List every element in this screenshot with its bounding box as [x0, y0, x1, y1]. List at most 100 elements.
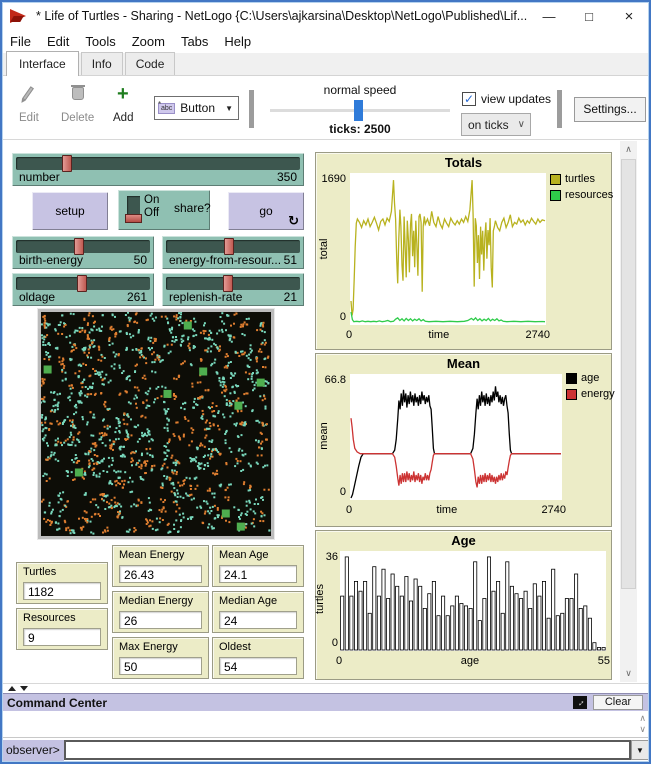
output-scroll-up-icon[interactable]: ∧: [639, 713, 646, 724]
slider-energy-from-resource-track[interactable]: [166, 240, 300, 253]
plot-mean-canvas: [350, 374, 562, 500]
share-switch-label: share?: [174, 201, 211, 215]
splitter-down-icon[interactable]: [20, 686, 28, 691]
window-title: * Life of Turtles - Sharing - NetLogo {C…: [36, 9, 527, 23]
plot-totals-title: Totals: [316, 155, 611, 170]
slider-birth-energy-track[interactable]: [16, 240, 150, 253]
interface-toolbar: Edit Delete + Add abc Button ▼ normal sp…: [2, 76, 649, 140]
world-view[interactable]: [38, 309, 274, 539]
command-history-dropdown[interactable]: ▼: [631, 740, 649, 760]
monitor-resources-label: Resources: [23, 612, 76, 624]
slider-energy-from-resource[interactable]: energy-from-resour... 51: [162, 236, 304, 269]
share-switch-slot[interactable]: [127, 196, 140, 222]
title-bar[interactable]: * Life of Turtles - Sharing - NetLogo {C…: [2, 2, 649, 30]
plot-totals-ymin: 0: [318, 311, 346, 323]
slider-replenish-rate-track[interactable]: [166, 277, 300, 290]
monitor-turtles: Turtles 1182: [16, 562, 108, 604]
monitor-mean-energy: Mean Energy 26.43: [112, 545, 209, 587]
tab-info[interactable]: Info: [81, 52, 123, 75]
plot-mean-xmax: 2740: [542, 504, 566, 516]
menu-bar: File Edit Tools Zoom Tabs Help: [2, 30, 649, 53]
monitor-median-age-value: 24: [219, 611, 297, 629]
monitor-mean-age-label: Mean Age: [219, 549, 269, 561]
monitor-mean-age: Mean Age 24.1: [212, 545, 304, 587]
switch-on-label: On: [144, 194, 159, 206]
scrollbar-thumb[interactable]: [621, 159, 636, 589]
speed-slider-thumb[interactable]: [354, 100, 363, 121]
output-scroll-down-icon[interactable]: ∨: [639, 724, 646, 735]
share-switch-knob[interactable]: [125, 214, 142, 223]
command-center-splitter[interactable]: [2, 683, 649, 693]
menu-edit[interactable]: Edit: [39, 31, 77, 52]
plot-totals: Totals 1690 0 total 0 time 2740 turtles …: [315, 152, 612, 350]
monitor-median-energy-label: Median Energy: [119, 595, 193, 607]
plot-age-ymin: 0: [310, 637, 338, 649]
menu-file[interactable]: File: [2, 31, 39, 52]
legend-swatch-age: [566, 373, 577, 384]
menu-tabs[interactable]: Tabs: [173, 31, 216, 52]
scroll-down-icon[interactable]: ∨: [620, 665, 637, 682]
edit-button[interactable]: Edit: [19, 112, 39, 124]
command-input[interactable]: [64, 740, 631, 760]
slider-birth-energy-label: birth-energy: [19, 253, 83, 267]
menu-tools[interactable]: Tools: [77, 31, 123, 52]
splitter-up-icon[interactable]: [8, 686, 16, 691]
slider-oldage-thumb[interactable]: [77, 275, 87, 292]
view-updates-checkbox[interactable]: ✓: [462, 92, 476, 106]
forever-icon: ↻: [288, 215, 299, 227]
maximize-button[interactable]: □: [569, 2, 609, 30]
interface-scrollbar[interactable]: ∧ ∨: [620, 141, 637, 682]
monitor-resources-value: 9: [23, 628, 101, 646]
command-center-title: Command Center: [7, 696, 107, 710]
close-button[interactable]: ×: [609, 2, 649, 30]
plot-totals-legend: turtles resources: [550, 173, 613, 205]
menu-help[interactable]: Help: [216, 31, 259, 52]
setup-button[interactable]: setup: [32, 192, 108, 230]
minimize-button[interactable]: —: [529, 2, 569, 30]
plot-mean: Mean 66.8 0 mean 0 time 2740 age energy: [315, 353, 612, 527]
plot-mean-xmin: 0: [346, 504, 352, 516]
slider-birth-energy-value: 50: [134, 253, 147, 267]
plot-totals-canvas: [350, 173, 546, 325]
monitor-resources: Resources 9: [16, 608, 108, 650]
share-switch[interactable]: On Off share?: [118, 190, 210, 230]
update-mode-select[interactable]: on ticks ∨: [461, 113, 531, 136]
tab-interface[interactable]: Interface: [6, 51, 79, 76]
monitor-mean-age-value: 24.1: [219, 565, 297, 583]
tab-code[interactable]: Code: [125, 52, 176, 75]
expand-icon[interactable]: ↔: [573, 696, 587, 709]
menu-zoom[interactable]: Zoom: [124, 31, 173, 52]
add-button[interactable]: Add: [113, 112, 133, 124]
plot-age-xmax: 55: [598, 655, 610, 667]
slider-replenish-rate[interactable]: replenish-rate 21: [162, 273, 304, 306]
settings-button[interactable]: Settings...: [574, 97, 646, 122]
legend-swatch-turtles: [550, 174, 561, 185]
go-button[interactable]: go ↻: [228, 192, 304, 230]
monitor-median-energy-value: 26: [119, 611, 202, 629]
slider-number-track[interactable]: [16, 157, 300, 170]
slider-oldage-track[interactable]: [16, 277, 150, 290]
widget-type-value: Button: [180, 101, 215, 115]
clear-button[interactable]: Clear: [593, 695, 643, 710]
slider-oldage[interactable]: oldage 261: [12, 273, 154, 306]
delete-button[interactable]: Delete: [61, 112, 94, 124]
plot-mean-xlabel: time: [436, 504, 457, 516]
slider-number-thumb[interactable]: [62, 155, 72, 172]
monitor-turtles-label: Turtles: [23, 566, 56, 578]
slider-birth-energy[interactable]: birth-energy 50: [12, 236, 154, 269]
legend-label-turtles: turtles: [565, 173, 595, 185]
command-center-header: Command Center ↔ Clear: [2, 693, 649, 711]
slider-oldage-value: 261: [127, 290, 147, 304]
scroll-up-icon[interactable]: ∧: [620, 141, 637, 158]
slider-energy-from-resource-label: energy-from-resour...: [169, 253, 281, 267]
slider-number[interactable]: number 350: [12, 153, 304, 186]
widget-type-select[interactable]: abc Button ▼: [154, 96, 239, 120]
tab-bar: Interface Info Code: [2, 53, 649, 76]
setup-button-label: setup: [55, 204, 84, 218]
monitor-median-age: Median Age 24: [212, 591, 304, 633]
plot-age-xmin: 0: [336, 655, 342, 667]
command-output[interactable]: ∧ ∨: [2, 711, 649, 738]
delete-trash-icon: [72, 87, 84, 100]
monitor-max-energy: Max Energy 50: [112, 637, 209, 679]
slider-replenish-rate-value: 21: [284, 290, 297, 304]
